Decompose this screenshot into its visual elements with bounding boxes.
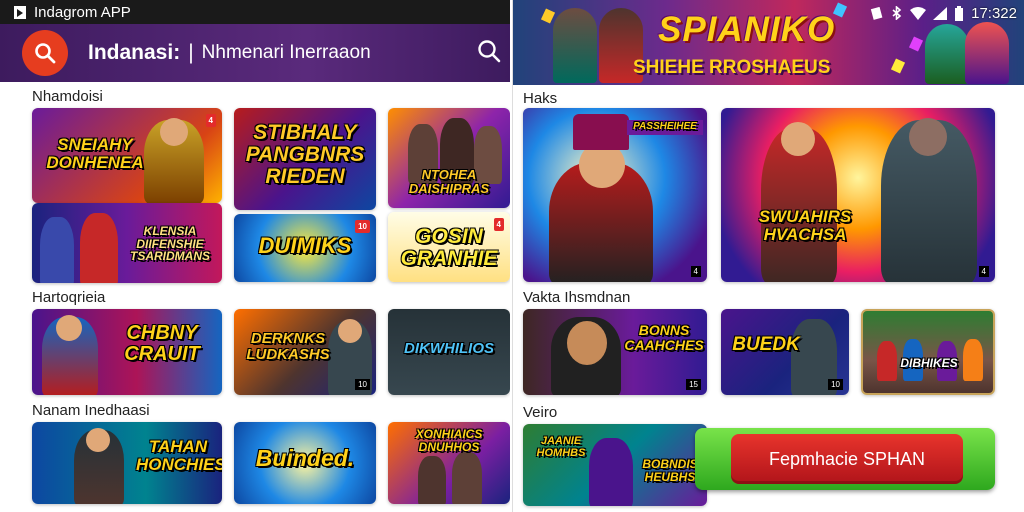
card-title: BONNS CAAHCHES (624, 322, 704, 353)
game-card[interactable]: BONNS CAAHCHES 15 (523, 309, 707, 395)
character-head (160, 118, 188, 146)
confetti (890, 58, 906, 74)
game-card[interactable]: XONHIAICS DNUHHOS (388, 422, 510, 504)
hero-banner[interactable]: SPIANIKO SHIEHE RROSHAEUS 17:322 (513, 0, 1024, 85)
card-title: GOSIN GRANHIE (400, 225, 498, 271)
search-icon[interactable] (476, 38, 502, 64)
character-head (338, 319, 362, 343)
character-figure (418, 456, 446, 504)
card-title: JAANIE HOMHBS (536, 435, 586, 459)
card-title: XONHIAICS DNUHHOS (415, 427, 483, 454)
card-badge: 4 (978, 266, 989, 277)
app-root: Indagrom APP Indanasi: | Nhmenari Inerra… (0, 0, 1024, 512)
card-title: SNEIAHY DONHENEA (46, 135, 144, 172)
app-title: Indagrom APP (34, 3, 131, 21)
card-title: DIBHIKES (900, 356, 958, 370)
card-title: SWUAHIRS HVACHSA (758, 207, 852, 244)
hero-character (553, 8, 597, 83)
section-title: Nanam Inedhaasi (32, 402, 150, 419)
search-icon (35, 43, 56, 64)
game-card[interactable]: PASSHEIHEE 4 (523, 108, 707, 282)
card-title: DIKWHILIOS (404, 340, 494, 357)
hero-subtitle: SHIEHE RROSHAEUS (633, 57, 831, 78)
card-badge: 4 (690, 266, 701, 277)
search-title: Indanasi: (88, 41, 181, 64)
card-title: Buinded. (255, 445, 355, 471)
hero-title: SPIANIKO (658, 10, 836, 49)
game-card[interactable]: DUIMIKS 10 (234, 214, 376, 282)
game-card[interactable]: GOSIN GRANHIE 4 (388, 212, 510, 282)
game-card[interactable]: BUEDK 10 (721, 309, 849, 395)
section-title: Haks (523, 90, 558, 107)
search-subtitle[interactable]: Nhmenari Inerraaon (202, 42, 371, 64)
character-head (909, 118, 947, 156)
signal-icon (933, 6, 948, 20)
character-figure (80, 213, 118, 283)
status-bar: Indagrom APP (0, 0, 510, 24)
card-badge: 4 (205, 114, 216, 127)
character-hat (573, 114, 629, 150)
card-title: BUEDK (732, 334, 800, 355)
game-card[interactable]: KLENSIA DIIFENSHIE TSARIDMANS (32, 203, 222, 283)
section-title: Nhamdoisi (32, 88, 103, 105)
game-card[interactable]: Buinded. (234, 422, 376, 504)
game-card[interactable]: TAHAN HONCHIES (32, 422, 222, 504)
card-badge: 10 (355, 220, 370, 233)
status-icons: 17:322 (870, 3, 1017, 23)
left-screen: Indagrom APP Indanasi: | Nhmenari Inerra… (0, 0, 510, 512)
character-head (56, 315, 82, 341)
card-badge: 10 (828, 379, 843, 390)
card-title: NTOHEA DAISHIPRAS (408, 167, 490, 196)
notification-icon (870, 6, 883, 20)
confetti (540, 8, 556, 24)
card-badge: 10 (355, 379, 370, 390)
spin-button[interactable]: Fepmhacie SPHAN (695, 428, 995, 490)
app-icon (14, 5, 26, 19)
card-title: STIBHALY PANGBNRS RIEDEN (245, 121, 365, 189)
card-title: DUIMIKS (258, 233, 352, 258)
section-title: Hartoqrieia (32, 289, 106, 306)
card-badge: 15 (686, 379, 701, 390)
status-time: 17:322 (971, 4, 1017, 22)
game-card[interactable]: SWUAHIRS HVACHSA 4 (721, 108, 995, 282)
card-title: PASSHEIHEE (627, 120, 703, 135)
character-figure (589, 438, 633, 506)
game-card[interactable]: DERKNKS LUDKASHS 10 (234, 309, 376, 395)
section-title: Veiro (523, 404, 558, 421)
search-header: Indanasi: | Nhmenari Inerraaon (0, 24, 510, 82)
card-badge: 4 (493, 218, 504, 231)
game-card[interactable]: CHBNY CRAUIT (32, 309, 222, 395)
game-card[interactable]: JAANIE HOMHBS BOBNDIS HEUBHS (523, 424, 707, 506)
hero-character (965, 22, 1009, 84)
character-head (86, 428, 110, 452)
game-card[interactable]: STIBHALY PANGBNRS RIEDEN (234, 108, 376, 210)
game-card[interactable]: SNEIAHY DONHENEA 4 (32, 108, 222, 203)
game-card[interactable]: DIBHIKES (861, 309, 995, 395)
card-title: DERKNKS LUDKASHS (246, 330, 330, 363)
search-separator: | (188, 41, 194, 64)
section-title: Vakta Ihsmdnan (523, 289, 631, 306)
confetti (908, 36, 924, 52)
character-head (567, 321, 607, 365)
wifi-icon (910, 6, 927, 20)
spin-button-label: Fepmhacie SPHAN (731, 434, 963, 484)
game-card[interactable]: DIKWHILIOS (388, 309, 510, 395)
character-figure (40, 217, 74, 283)
game-card[interactable]: NTOHEA DAISHIPRAS (388, 108, 510, 208)
bluetooth-icon (892, 6, 902, 20)
search-button[interactable] (22, 30, 68, 76)
card-title: TAHAN HONCHIES (136, 437, 222, 474)
hero-character (925, 24, 969, 84)
card-title: CHBNY CRAUIT (124, 322, 200, 365)
card-title: KLENSIA DIIFENSHIE TSARIDMANS (130, 224, 210, 264)
character-head (781, 122, 815, 156)
battery-icon (955, 5, 964, 21)
character-figure (452, 452, 482, 504)
